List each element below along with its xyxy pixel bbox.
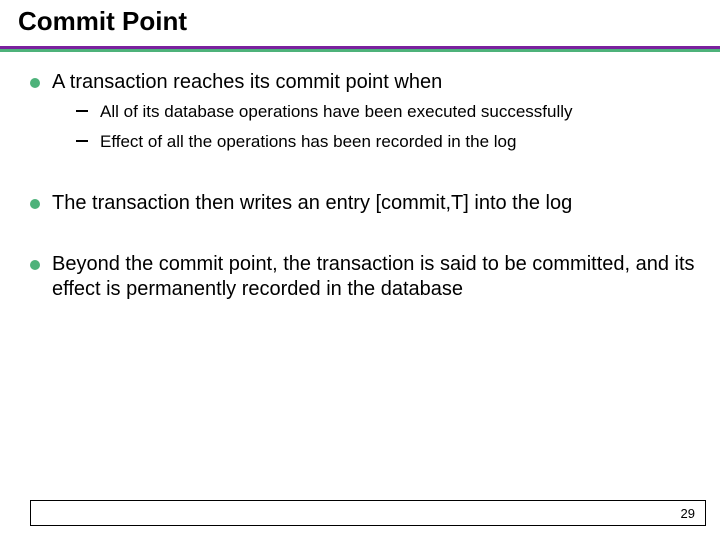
- slide: Commit Point A transaction reaches its c…: [0, 0, 720, 540]
- bullet-text: Beyond the commit point, the transaction…: [52, 252, 700, 302]
- page-number: 29: [681, 506, 695, 521]
- bullet-item: A transaction reaches its commit point w…: [30, 70, 700, 95]
- bullet-dot-icon: [30, 260, 40, 270]
- bullet-dot-icon: [30, 199, 40, 209]
- sub-item: All of its database operations have been…: [76, 101, 700, 123]
- dash-icon: [76, 110, 88, 112]
- sub-text: All of its database operations have been…: [100, 101, 573, 123]
- slide-title: Commit Point: [18, 6, 187, 37]
- slide-body: A transaction reaches its commit point w…: [30, 70, 700, 308]
- footer-bar: 29: [30, 500, 706, 526]
- dash-icon: [76, 140, 88, 142]
- bullet-text: A transaction reaches its commit point w…: [52, 70, 442, 95]
- bullet-text: The transaction then writes an entry [co…: [52, 191, 572, 216]
- divider: [0, 46, 720, 52]
- bullet-dot-icon: [30, 78, 40, 88]
- bullet-item: The transaction then writes an entry [co…: [30, 191, 700, 216]
- sub-item: Effect of all the operations has been re…: [76, 131, 700, 153]
- bullet-item: Beyond the commit point, the transaction…: [30, 252, 700, 302]
- sub-text: Effect of all the operations has been re…: [100, 131, 516, 153]
- sub-list: All of its database operations have been…: [76, 101, 700, 153]
